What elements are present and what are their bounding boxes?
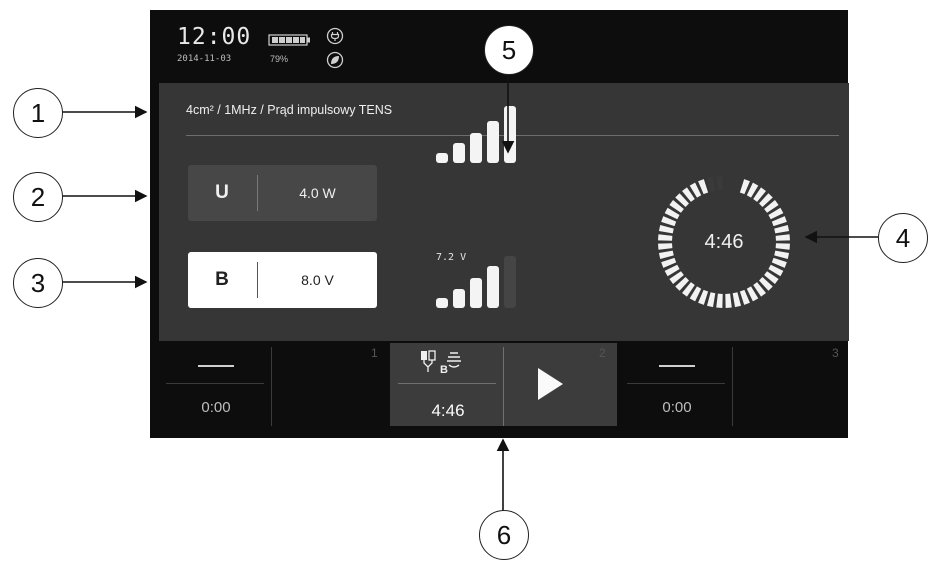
callout-4: 4 [878,213,928,263]
callout-arrows [62,73,878,514]
callout-2: 2 [13,172,63,222]
callout-1: 1 [13,88,63,138]
callout-5: 5 [484,25,534,75]
callout-6: 6 [479,510,529,560]
callout-3: 3 [13,258,63,308]
